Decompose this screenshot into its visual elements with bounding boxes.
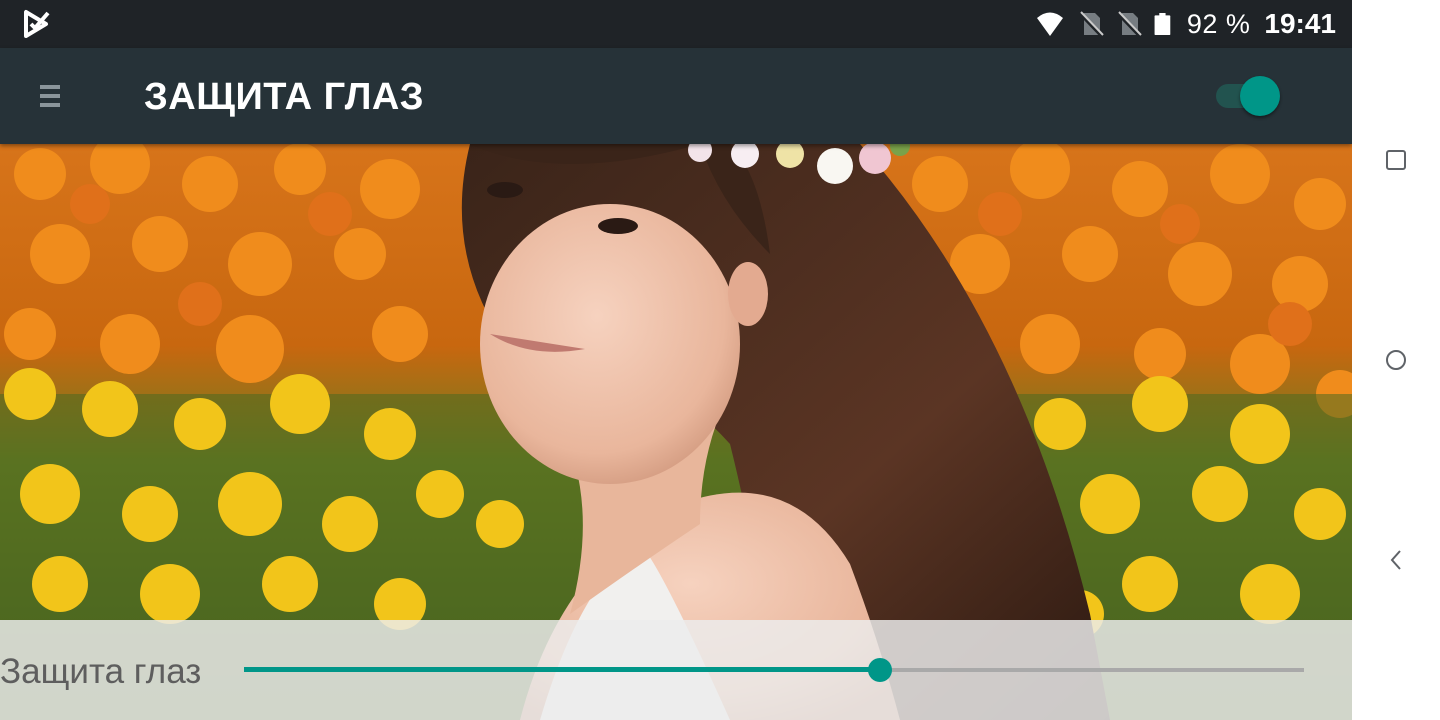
app-notification-icon xyxy=(24,10,50,38)
status-bar: 92 % 19:41 xyxy=(0,0,1352,48)
status-icons: 92 % 19:41 xyxy=(1033,0,1336,48)
slider-knob[interactable] xyxy=(868,658,892,682)
toggle-thumb xyxy=(1240,76,1280,116)
menu-line xyxy=(40,94,60,98)
screen: 92 % 19:41 ЗАЩИТА ГЛАЗ Защита глаз xyxy=(0,0,1352,720)
slider-fill xyxy=(244,667,880,672)
wifi-icon xyxy=(1036,12,1063,36)
battery-percent: 92 % xyxy=(1186,8,1251,39)
recents-icon[interactable] xyxy=(1376,140,1416,180)
slider-label: Защита глаз xyxy=(0,652,202,691)
clock: 19:41 xyxy=(1264,8,1336,39)
battery-icon xyxy=(1154,13,1171,35)
filter-panel: Защита глаз xyxy=(0,620,1352,720)
eye-protection-toggle[interactable] xyxy=(1214,74,1284,118)
hamburger-menu-icon[interactable] xyxy=(28,74,72,118)
page-title: ЗАЩИТА ГЛАЗ xyxy=(144,76,425,118)
app-toolbar: ЗАЩИТА ГЛАЗ xyxy=(0,48,1352,144)
home-icon[interactable] xyxy=(1376,340,1416,380)
menu-line xyxy=(40,103,60,107)
filter-intensity-slider[interactable] xyxy=(244,650,1304,690)
no-sim-icon xyxy=(1116,11,1142,38)
no-sim-icon xyxy=(1078,11,1104,38)
navigation-bar xyxy=(1352,0,1440,720)
back-icon[interactable] xyxy=(1376,540,1416,580)
menu-line xyxy=(40,85,60,89)
